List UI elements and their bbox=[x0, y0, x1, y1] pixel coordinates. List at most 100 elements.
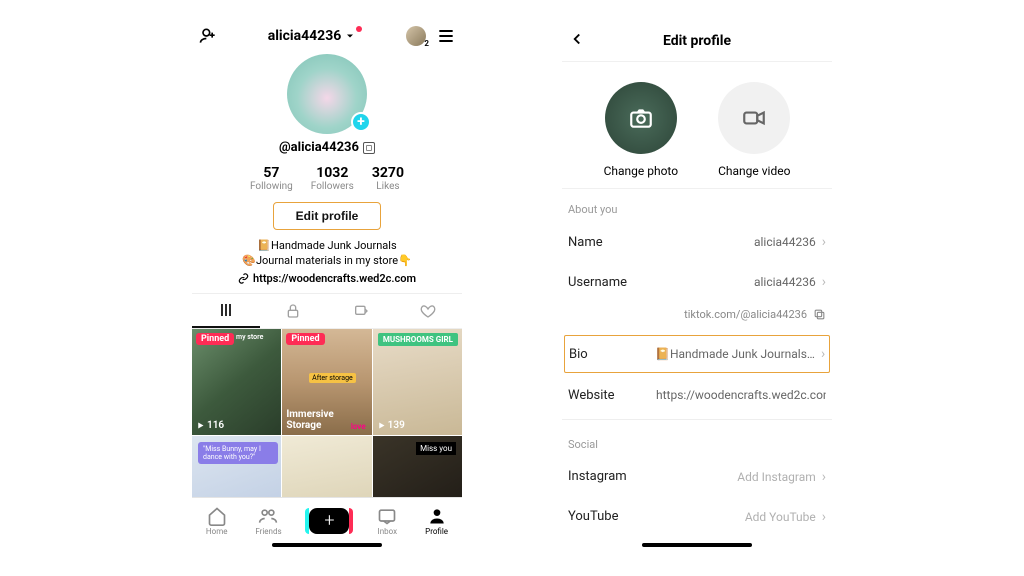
repost-icon bbox=[353, 303, 369, 319]
bio-value: 📔Handmade Junk Journals… › bbox=[655, 346, 825, 362]
name-value: alicia44236 › bbox=[754, 234, 826, 250]
username-row[interactable]: Username alicia44236 › bbox=[562, 262, 832, 302]
profile-screen: alicia44236 + @alicia44236 57 Following … bbox=[192, 20, 462, 550]
view-count: 139 bbox=[377, 420, 405, 431]
followers-label: Followers bbox=[311, 181, 354, 192]
handle-text: @alicia44236 bbox=[279, 140, 359, 155]
pinned-badge: Pinned bbox=[286, 333, 324, 345]
friends-icon bbox=[258, 506, 278, 526]
add-story-button[interactable]: + bbox=[351, 112, 371, 132]
likes-stat[interactable]: 3270 Likes bbox=[372, 165, 404, 192]
youtube-value: Add YouTube › bbox=[745, 509, 826, 525]
back-button[interactable] bbox=[568, 30, 586, 52]
video-thumbnail[interactable]: Miss you bbox=[373, 436, 462, 497]
page-title: Edit profile bbox=[663, 33, 731, 49]
chevron-right-icon: › bbox=[822, 509, 826, 525]
website-row[interactable]: Website https://woodencrafts.wed2c.com › bbox=[562, 375, 832, 415]
username-dropdown[interactable]: alicia44236 bbox=[268, 28, 357, 44]
content-tabs bbox=[192, 293, 462, 329]
change-video-button[interactable]: Change video bbox=[718, 82, 790, 178]
video-caption: my store bbox=[236, 333, 263, 341]
bottom-nav: Home Friends + Inbox Profile bbox=[192, 497, 462, 543]
bio-label: Bio bbox=[569, 347, 588, 362]
tab-locked[interactable] bbox=[260, 294, 328, 328]
grid-icon bbox=[218, 302, 234, 318]
youtube-row[interactable]: YouTube Add YouTube › bbox=[562, 497, 832, 537]
name-row[interactable]: Name alicia44236 › bbox=[562, 222, 832, 262]
following-count: 57 bbox=[250, 165, 293, 181]
tab-videos[interactable] bbox=[192, 294, 260, 328]
chevron-left-icon bbox=[568, 30, 586, 48]
video-thumbnail[interactable] bbox=[282, 436, 371, 497]
youtube-label: YouTube bbox=[568, 509, 619, 524]
instagram-row[interactable]: Instagram Add Instagram › bbox=[562, 457, 832, 497]
media-section: Change photo Change video bbox=[562, 62, 832, 189]
bio-row[interactable]: Bio 📔Handmade Junk Journals… › bbox=[564, 335, 830, 373]
edit-profile-screen: Edit profile Change photo Change video A… bbox=[562, 20, 832, 550]
bio-link-text: https://woodencrafts.wed2c.com bbox=[253, 272, 416, 285]
profile-icon bbox=[427, 506, 447, 526]
chevron-right-icon: › bbox=[822, 234, 826, 250]
video-caption: Miss you bbox=[416, 442, 456, 455]
following-label: Following bbox=[250, 181, 293, 192]
change-photo-button[interactable]: Change photo bbox=[604, 82, 679, 178]
view-count: 116 bbox=[196, 420, 224, 431]
home-icon bbox=[207, 506, 227, 526]
about-you-section-title: About you bbox=[562, 189, 832, 222]
followers-stat[interactable]: 1032 Followers bbox=[311, 165, 354, 192]
edit-profile-header: Edit profile bbox=[562, 20, 832, 62]
username-text: alicia44236 bbox=[268, 28, 342, 44]
website-value: https://woodencrafts.wed2c.com › bbox=[656, 387, 826, 403]
chevron-right-icon: › bbox=[822, 274, 826, 290]
video-caption: love bbox=[351, 422, 366, 431]
pinned-badge: Pinned bbox=[196, 333, 234, 345]
add-friend-icon[interactable] bbox=[198, 26, 218, 46]
nav-friends[interactable]: Friends bbox=[255, 506, 281, 536]
tab-liked[interactable] bbox=[395, 294, 463, 328]
nav-profile[interactable]: Profile bbox=[425, 506, 448, 536]
video-thumbnail[interactable]: MUSHROOMS GIRL 139 bbox=[373, 329, 462, 435]
bio-text: 📔Handmade Junk Journals 🎨Journal materia… bbox=[192, 238, 462, 269]
username-label: Username bbox=[568, 275, 627, 290]
social-section-title: Social bbox=[562, 424, 832, 457]
play-icon bbox=[377, 421, 386, 430]
profile-url-row[interactable]: tiktok.com/@alicia44236 bbox=[562, 302, 832, 333]
stats-row: 57 Following 1032 Followers 3270 Likes bbox=[192, 165, 462, 192]
nav-home[interactable]: Home bbox=[206, 506, 228, 536]
qr-code-icon[interactable] bbox=[363, 142, 375, 154]
copy-icon bbox=[813, 308, 826, 321]
bio-link[interactable]: https://woodencrafts.wed2c.com bbox=[192, 272, 462, 285]
change-photo-label: Change photo bbox=[604, 164, 679, 178]
video-speech-bubble: "Miss Bunny, may I dance with you?" bbox=[198, 442, 278, 464]
account-switcher-icon[interactable] bbox=[406, 26, 426, 46]
divider bbox=[562, 419, 832, 420]
topbar: alicia44236 bbox=[192, 20, 462, 54]
video-thumbnail[interactable]: Pinned After storage Immersive Storage l… bbox=[282, 329, 371, 435]
notification-dot bbox=[356, 26, 362, 32]
bio-line-1: 📔Handmade Junk Journals bbox=[192, 238, 462, 253]
chevron-right-icon: › bbox=[822, 469, 826, 485]
instagram-value: Add Instagram › bbox=[737, 469, 826, 485]
nav-inbox[interactable]: Inbox bbox=[377, 506, 397, 536]
menu-icon[interactable] bbox=[436, 26, 456, 46]
lock-icon bbox=[285, 303, 301, 319]
video-icon bbox=[741, 105, 767, 131]
likes-label: Likes bbox=[372, 181, 404, 192]
followers-count: 1032 bbox=[311, 165, 354, 181]
edit-profile-button[interactable]: Edit profile bbox=[273, 202, 382, 230]
tab-reposts[interactable] bbox=[327, 294, 395, 328]
handle-row: @alicia44236 bbox=[192, 140, 462, 155]
video-overlay-badge: After storage bbox=[309, 373, 356, 383]
profile-avatar-section: + bbox=[192, 54, 462, 134]
video-caption: Immersive Storage bbox=[286, 409, 334, 431]
website-label: Website bbox=[568, 388, 615, 403]
video-thumbnail[interactable]: Pinned my store 116 bbox=[192, 329, 281, 435]
change-video-label: Change video bbox=[718, 164, 790, 178]
inbox-icon bbox=[377, 506, 397, 526]
chevron-down-icon bbox=[344, 30, 356, 42]
instagram-label: Instagram bbox=[568, 469, 627, 484]
create-button[interactable]: + bbox=[309, 508, 349, 534]
following-stat[interactable]: 57 Following bbox=[250, 165, 293, 192]
home-indicator bbox=[272, 543, 382, 547]
video-thumbnail[interactable]: "Miss Bunny, may I dance with you?" bbox=[192, 436, 281, 497]
